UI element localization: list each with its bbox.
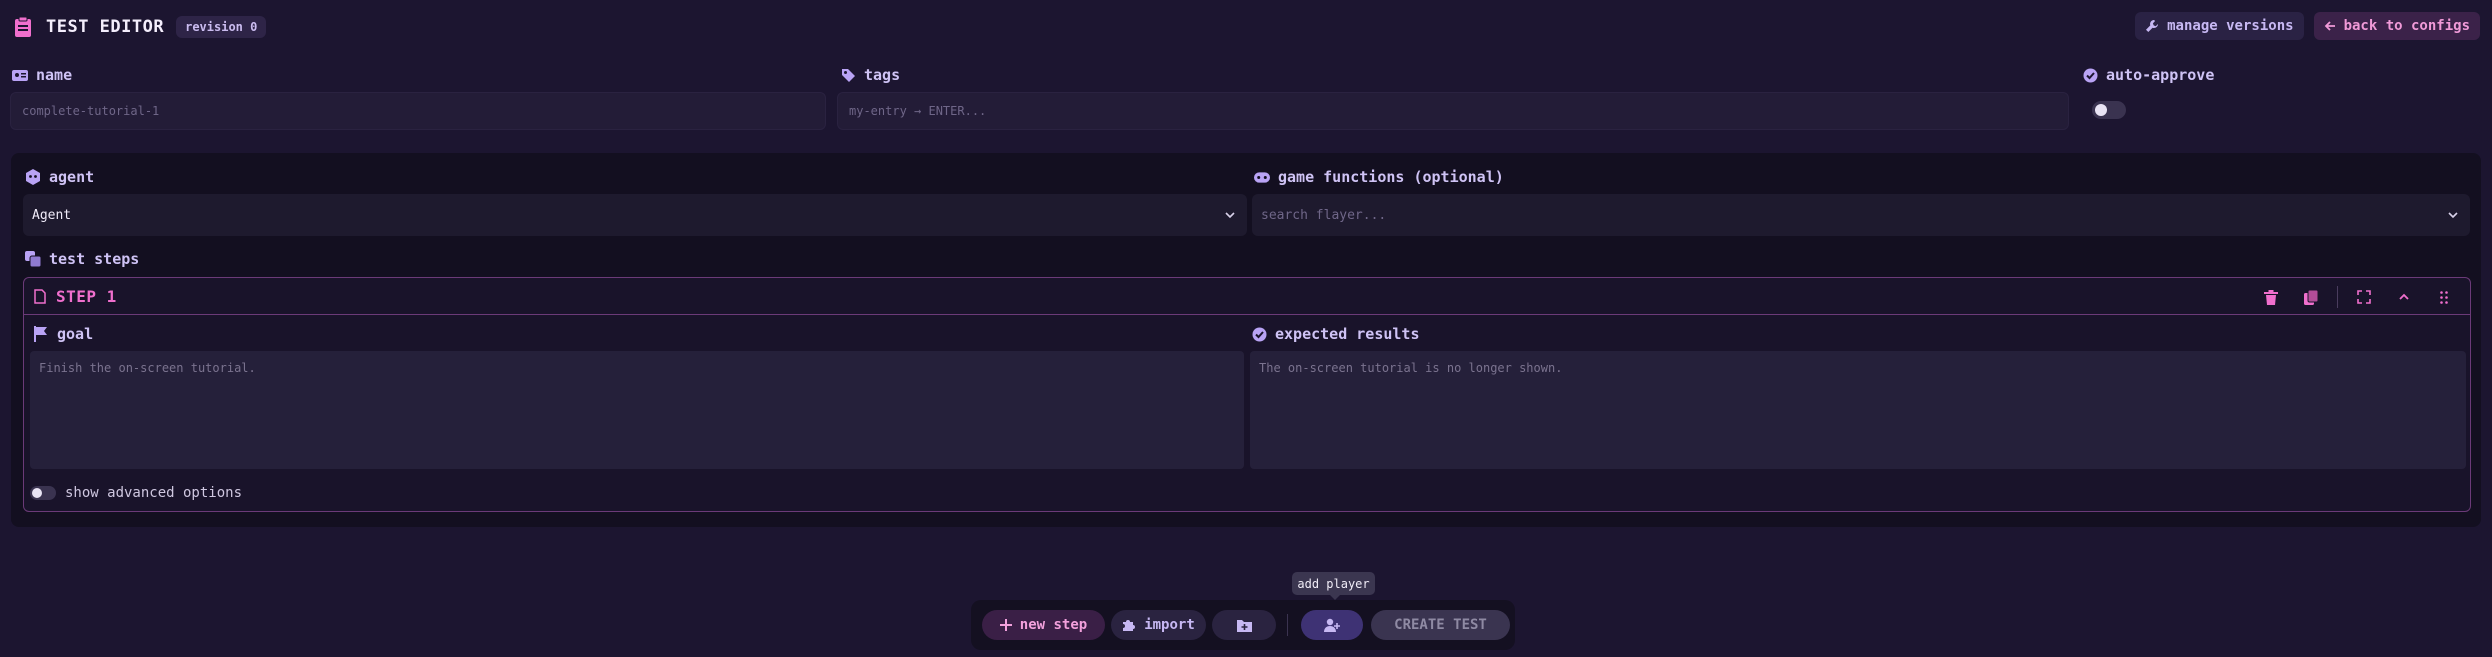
game-functions-placeholder: search flayer...	[1261, 207, 1387, 223]
expected-results-label-text: expected results	[1275, 325, 1420, 343]
tags-label-text: tags	[864, 66, 901, 84]
import-label: import	[1144, 617, 1195, 633]
advanced-options-row: show advanced options	[30, 485, 242, 501]
tags-input[interactable]: my-entry → ENTER...	[837, 92, 2069, 130]
new-step-label: new step	[1019, 617, 1088, 633]
game-functions-label-text: game functions (optional)	[1278, 168, 1504, 186]
agent-label-text: agent	[49, 168, 95, 186]
tag-icon	[840, 67, 856, 83]
arrow-left-icon	[2324, 20, 2336, 32]
name-input[interactable]: complete-tutorial-1	[10, 92, 826, 130]
add-player-button[interactable]	[1301, 610, 1363, 640]
duplicate-step-button[interactable]	[2291, 284, 2331, 310]
user-plus-icon	[1324, 618, 1340, 632]
goal-label-text: goal	[57, 325, 94, 343]
expand-step-button[interactable]	[2344, 284, 2384, 310]
plus-icon	[999, 619, 1012, 631]
auto-approve-label-text: auto-approve	[2106, 66, 2215, 84]
agent-label: agent	[25, 168, 94, 186]
advanced-options-label: show advanced options	[65, 485, 243, 501]
header: TEST EDITOR revision 0 manage versions b…	[12, 12, 2480, 42]
chevron-up-icon	[2398, 291, 2410, 303]
advanced-options-toggle[interactable]	[30, 486, 56, 500]
puzzle-icon	[1122, 618, 1136, 632]
create-test-button[interactable]: CREATE TEST	[1371, 610, 1510, 640]
goal-textarea[interactable]: Finish the on-screen tutorial.	[30, 351, 1244, 469]
chevron-down-icon	[2446, 208, 2460, 222]
wrench-icon	[2145, 19, 2159, 33]
game-functions-select[interactable]: search flayer...	[1252, 194, 2470, 236]
check-circle-icon	[2082, 67, 2098, 83]
divider	[2337, 286, 2338, 308]
expected-results-label: expected results	[1251, 325, 1420, 343]
layers-icon	[25, 251, 41, 267]
toggle-knob	[32, 488, 42, 498]
name-label-text: name	[36, 66, 73, 84]
bottom-toolbar: new step import CREATE TEST	[971, 600, 1515, 650]
drag-handle-icon	[2440, 290, 2448, 304]
step-title: STEP 1	[56, 286, 117, 306]
tags-label: tags	[840, 66, 900, 84]
manage-versions-button[interactable]: manage versions	[2135, 12, 2304, 40]
trash-icon	[2264, 289, 2278, 305]
import-folder-button[interactable]	[1212, 610, 1276, 640]
auto-approve-toggle[interactable]	[2092, 101, 2126, 119]
delete-step-button[interactable]	[2251, 284, 2291, 310]
test-config-panel: agent Agent game functions (optional) se…	[11, 153, 2481, 527]
step-card: STEP 1 goal Finish the on-screen tutoria…	[23, 277, 2471, 512]
tags-input-placeholder: my-entry → ENTER...	[849, 104, 987, 118]
collapse-step-button[interactable]	[2384, 284, 2424, 310]
chevron-down-icon	[1223, 208, 1237, 222]
tooltip-text: add player	[1297, 576, 1370, 591]
manage-versions-label: manage versions	[2167, 18, 2294, 34]
toolbar-divider	[1287, 614, 1288, 636]
revision-badge: revision 0	[176, 16, 267, 38]
step-header[interactable]: STEP 1	[24, 278, 2470, 315]
back-to-configs-button[interactable]: back to configs	[2313, 12, 2480, 40]
folder-plus-icon	[1236, 619, 1252, 632]
gamepad-icon	[1254, 169, 1270, 185]
goal-placeholder: Finish the on-screen tutorial.	[39, 361, 256, 375]
agent-selected-value: Agent	[32, 207, 72, 223]
auto-approve-label: auto-approve	[2082, 66, 2214, 84]
flag-icon	[33, 326, 49, 342]
drag-handle[interactable]	[2424, 284, 2464, 310]
test-steps-label-text: test steps	[49, 250, 140, 268]
new-step-button[interactable]: new step	[982, 610, 1105, 640]
back-to-configs-label: back to configs	[2343, 18, 2470, 34]
expected-results-placeholder: The on-screen tutorial is no longer show…	[1259, 361, 1563, 375]
test-steps-label: test steps	[25, 250, 139, 268]
file-icon	[34, 288, 46, 304]
name-input-placeholder: complete-tutorial-1	[22, 104, 160, 118]
game-functions-label: game functions (optional)	[1254, 168, 1504, 186]
check-circle-icon	[1251, 326, 1267, 342]
toggle-knob	[2095, 104, 2107, 116]
id-card-icon	[12, 67, 28, 83]
expand-icon	[2357, 290, 2371, 304]
robot-icon	[25, 169, 41, 185]
create-test-label: CREATE TEST	[1394, 617, 1487, 633]
import-button[interactable]: import	[1111, 610, 1206, 640]
expected-results-textarea[interactable]: The on-screen tutorial is no longer show…	[1250, 351, 2466, 469]
step-tools	[2251, 284, 2464, 310]
agent-select[interactable]: Agent	[23, 194, 1247, 236]
copy-icon	[2304, 289, 2318, 305]
clipboard-icon	[12, 16, 34, 38]
add-player-tooltip: add player	[1292, 572, 1375, 600]
goal-label: goal	[33, 325, 93, 343]
page-title: TEST EDITOR	[46, 17, 165, 37]
name-label: name	[12, 66, 72, 84]
